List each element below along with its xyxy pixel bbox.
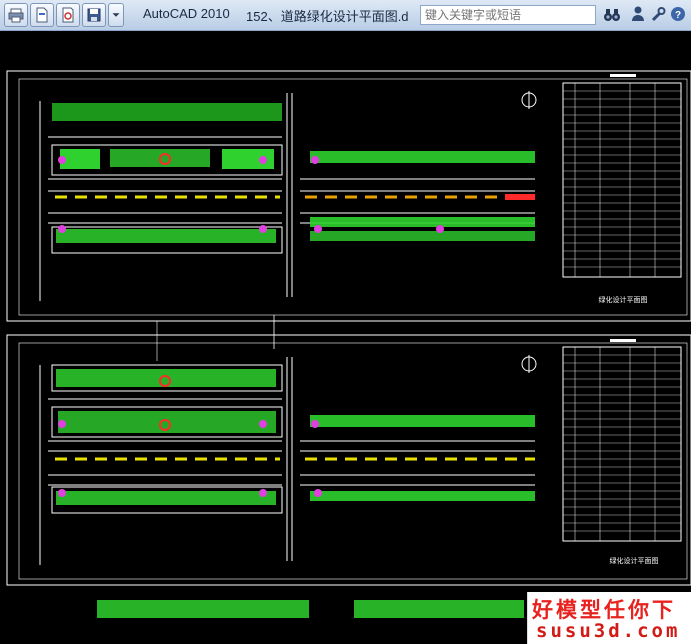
- quick-access-toolbar: [4, 3, 124, 27]
- plot-icon: [62, 7, 74, 23]
- sheet-caption: 绿化设计平面图: [599, 295, 648, 304]
- watermark-text-en: susu3d.com: [536, 620, 681, 642]
- chevron-down-icon: [112, 13, 120, 17]
- new-button[interactable]: [30, 3, 54, 27]
- new-file-icon: [36, 7, 48, 23]
- watermark: 好模型任你下 susu3d.com: [527, 592, 691, 644]
- svg-text:?: ?: [675, 10, 681, 21]
- help-icon[interactable]: ?: [670, 5, 686, 23]
- save-icon: [87, 8, 101, 22]
- search-input[interactable]: [420, 5, 596, 25]
- plot-preview-button[interactable]: [56, 3, 80, 27]
- title-bar: AutoCAD 2010 152、道路绿化设计平面图.dwg ?: [0, 0, 691, 31]
- qat-menu-button[interactable]: [108, 3, 124, 27]
- sheet-caption: 绿化设计平面图: [610, 556, 659, 565]
- print-icon: [8, 8, 24, 23]
- workspace-button[interactable]: [4, 3, 28, 27]
- wrench-icon[interactable]: [650, 5, 666, 23]
- info-center-tools: ?: [630, 5, 686, 23]
- app-title: AutoCAD 2010: [143, 6, 230, 21]
- user-icon[interactable]: [630, 5, 646, 23]
- drawing-canvas[interactable]: 绿化设计平面图 绿化设计平面图: [0, 31, 691, 644]
- document-title: 152、道路绿化设计平面图.dwg: [246, 9, 408, 24]
- binoculars-icon[interactable]: [602, 6, 622, 24]
- save-button[interactable]: [82, 3, 106, 27]
